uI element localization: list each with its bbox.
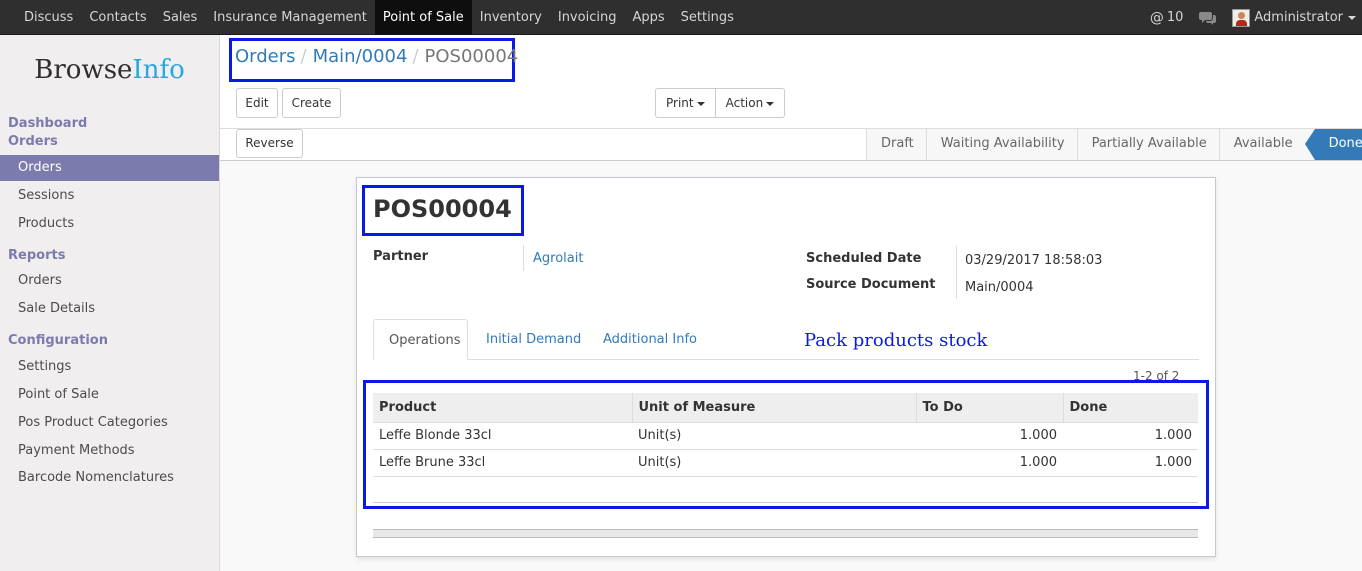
menu-inventory[interactable]: Inventory <box>472 0 550 35</box>
stage-waiting-availability: Waiting Availability <box>925 129 1077 160</box>
sidebar-item-point-of-sale[interactable]: Point of Sale <box>0 382 219 408</box>
menu-discuss[interactable]: Discuss <box>16 0 81 35</box>
sidebar-item-products[interactable]: Products <box>0 211 219 237</box>
cell-to-do: 1.000 <box>916 448 1063 476</box>
tab-additional-info[interactable]: Additional Info <box>588 319 712 360</box>
sidebar-item-reports-orders[interactable]: Orders <box>0 268 219 294</box>
cell-uom: Unit(s) <box>632 448 916 476</box>
table-header: Product Unit of Measure To Do Done <box>373 393 1198 422</box>
column-product[interactable]: Product <box>373 393 632 422</box>
user-avatar[interactable] <box>1232 8 1251 27</box>
table-row[interactable]: Leffe Blonde 33cl Unit(s) 1.000 1.000 <box>373 421 1198 449</box>
tab-initial-demand[interactable]: Initial Demand <box>471 319 596 360</box>
empty-cell <box>373 475 1198 503</box>
sidebar-item-sessions[interactable]: Sessions <box>0 183 219 209</box>
sidebar-item-payment-methods[interactable]: Payment Methods <box>0 438 219 464</box>
table-row[interactable]: Leffe Brune 33cl Unit(s) 1.000 1.000 <box>373 448 1198 476</box>
sidebar-section-orders[interactable]: Orders <box>8 134 58 149</box>
menu-contacts[interactable]: Contacts <box>81 0 154 35</box>
stage-done: Done <box>1304 129 1362 160</box>
sidebar-section-dashboard[interactable]: Dashboard <box>8 116 87 131</box>
sheet-footer-divider <box>373 529 1198 538</box>
chevron-down-icon <box>766 101 775 106</box>
breadcrumb-separator: / <box>300 46 307 67</box>
sidebar-item-barcode-nomenclatures[interactable]: Barcode Nomenclatures <box>0 465 219 491</box>
menu-invoicing[interactable]: Invoicing <box>550 0 625 35</box>
breadcrumb-orders[interactable]: Orders <box>235 46 296 67</box>
column-done[interactable]: Done <box>1062 393 1198 422</box>
mentions-count[interactable]: 10 <box>1167 10 1184 25</box>
reverse-button[interactable]: Reverse <box>236 129 303 158</box>
field-divider <box>956 246 957 299</box>
record-name: POS00004 <box>373 195 512 223</box>
sidebar-item-settings[interactable]: Settings <box>0 354 219 380</box>
status-bar: Draft Waiting Availability Partially Ava… <box>866 129 1362 160</box>
stage-partially-available: Partially Available <box>1076 129 1219 160</box>
systray: @ 10 Administrator <box>1150 0 1356 35</box>
cell-product: Leffe Blonde 33cl <box>373 421 632 449</box>
sidebar-actions: Print Action <box>655 88 786 118</box>
company-logo: BrowseInfo <box>0 55 219 85</box>
sidebar-item-orders[interactable]: Orders <box>0 155 219 181</box>
menu-sales[interactable]: Sales <box>155 0 206 35</box>
action-label: Action <box>725 96 764 110</box>
column-to-do[interactable]: To Do <box>915 393 1063 422</box>
partner-link[interactable]: Agrolait <box>533 251 583 266</box>
mentions-icon[interactable]: @ <box>1150 10 1164 26</box>
column-unit-of-measure[interactable]: Unit of Measure <box>631 393 916 422</box>
tab-operations[interactable]: Operations <box>373 319 468 360</box>
create-button[interactable]: Create <box>282 88 341 118</box>
breadcrumb-session[interactable]: Main/0004 <box>313 46 408 67</box>
sidebar-section-reports[interactable]: Reports <box>8 248 65 263</box>
operations-table: Product Unit of Measure To Do Done Leffe… <box>373 393 1198 503</box>
user-menu[interactable]: Administrator <box>1254 10 1356 25</box>
cell-to-do: 1.000 <box>916 421 1063 449</box>
print-dropdown[interactable]: Print <box>655 88 716 118</box>
menu-point-of-sale[interactable]: Point of Sale <box>374 0 472 35</box>
chevron-down-icon <box>1348 15 1356 20</box>
logo-browse: Browse <box>34 55 133 85</box>
cell-uom: Unit(s) <box>632 421 916 449</box>
breadcrumb-current: POS00004 <box>424 46 519 67</box>
menu-insurance-management[interactable]: Insurance Management <box>205 0 375 35</box>
edit-button[interactable]: Edit <box>236 88 278 118</box>
user-name: Administrator <box>1254 10 1343 25</box>
menu-settings[interactable]: Settings <box>673 0 742 35</box>
annotation-label: Pack products stock <box>804 330 988 351</box>
action-dropdown[interactable]: Action <box>715 88 786 118</box>
menu-apps[interactable]: Apps <box>624 0 672 35</box>
notebook-tabs: Operations Initial Demand Additional Inf… <box>373 319 1199 360</box>
scheduled-date-value: 03/29/2017 18:58:03 <box>965 253 1103 268</box>
cell-product: Leffe Brune 33cl <box>373 448 632 476</box>
sidebar-item-pos-product-categories[interactable]: Pos Product Categories <box>0 410 219 436</box>
chat-icon[interactable] <box>1199 11 1217 25</box>
sidebar-section-configuration[interactable]: Configuration <box>8 333 108 348</box>
source-document-value: Main/0004 <box>965 280 1034 295</box>
sidebar-item-sale-details[interactable]: Sale Details <box>0 296 219 322</box>
breadcrumb-separator: / <box>412 46 419 67</box>
top-navbar: Discuss Contacts Sales Insurance Managem… <box>0 0 1362 35</box>
print-label: Print <box>666 96 694 110</box>
table-empty-row <box>373 475 1198 503</box>
logo-info: Info <box>132 55 185 85</box>
cell-done: 1.000 <box>1063 448 1198 476</box>
cell-done: 1.000 <box>1063 421 1198 449</box>
chevron-down-icon <box>696 101 705 106</box>
source-document-label: Source Document <box>806 277 936 292</box>
scheduled-date-label: Scheduled Date <box>806 251 922 266</box>
app-menu: Discuss Contacts Sales Insurance Managem… <box>16 0 742 35</box>
stage-draft: Draft <box>866 129 926 160</box>
breadcrumb: Orders / Main/0004/POS00004 <box>235 46 518 67</box>
stage-available: Available <box>1218 129 1305 160</box>
field-divider <box>523 245 524 271</box>
partner-label: Partner <box>373 249 429 264</box>
